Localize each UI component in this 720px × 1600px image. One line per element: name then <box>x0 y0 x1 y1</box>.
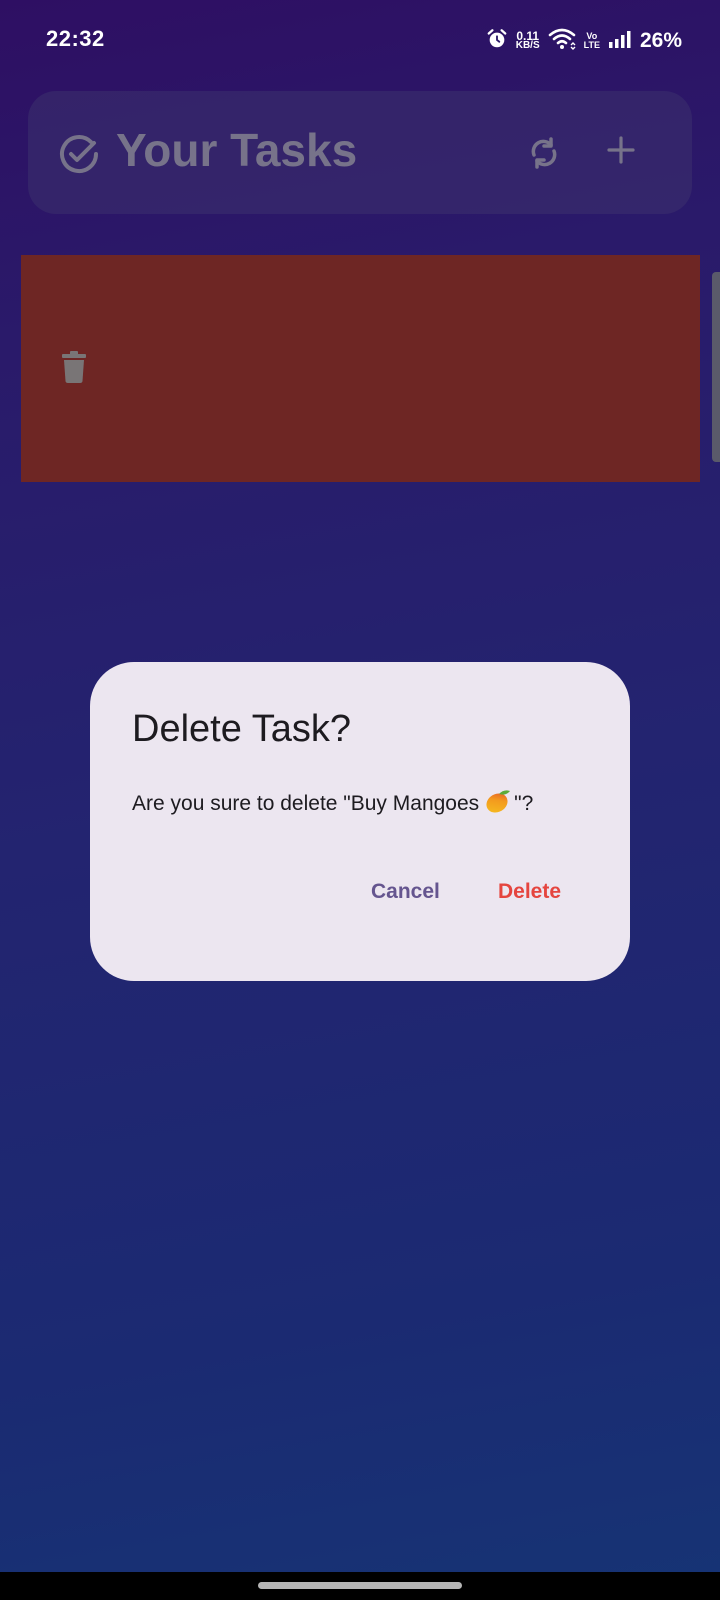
dialog-message: Are you sure to delete "Buy Mangoes "? <box>132 788 533 820</box>
gesture-handle[interactable] <box>258 1582 462 1589</box>
sync-icon[interactable] <box>526 135 562 176</box>
delete-button[interactable]: Delete <box>490 870 569 914</box>
wifi-icon <box>548 27 576 56</box>
battery-percentage: 26% <box>639 29 682 52</box>
alarm-icon <box>486 28 508 55</box>
signal-icon <box>608 29 632 54</box>
volte-bottom: LTE <box>583 40 600 50</box>
scroll-edge-handle <box>712 272 720 462</box>
header-card: Your Tasks <box>28 91 692 214</box>
mango-icon <box>485 788 511 820</box>
page-title: Your Tasks <box>116 124 358 176</box>
status-time: 22:32 <box>46 26 105 51</box>
swipe-delete-background[interactable] <box>21 255 700 482</box>
cancel-button[interactable]: Cancel <box>363 870 448 914</box>
delete-task-dialog: Delete Task? Are you sure to delete "Buy… <box>90 662 630 981</box>
network-speed: 0.11 KB/S <box>515 30 540 51</box>
screen: 22:32 0.11 KB/S Vo LTE 26% Your Tasks De… <box>0 0 720 1600</box>
network-speed-unit: KB/S <box>515 40 540 51</box>
dialog-message-suffix: "? <box>514 792 534 815</box>
check-circle-icon <box>58 133 100 180</box>
status-icons: 0.11 KB/S Vo LTE 26% <box>486 24 682 58</box>
dialog-message-prefix: Are you sure to delete "Buy Mangoes <box>132 792 480 815</box>
add-icon[interactable] <box>606 135 636 170</box>
trash-icon <box>61 351 87 388</box>
volte-indicator: Vo LTE <box>584 32 600 50</box>
dialog-title: Delete Task? <box>132 708 351 750</box>
navigation-bar <box>0 1572 720 1600</box>
status-bar: 22:32 0.11 KB/S Vo LTE 26% <box>0 0 720 80</box>
